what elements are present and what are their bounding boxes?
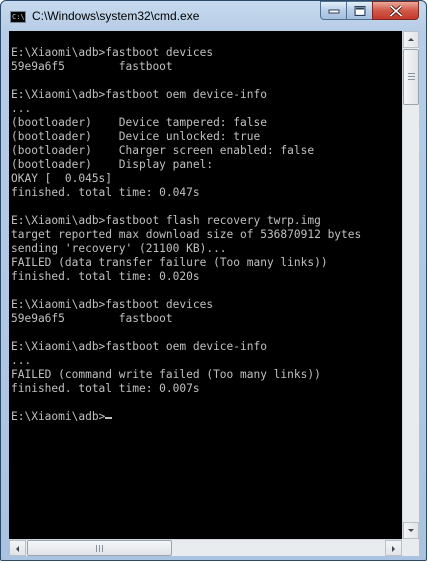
console-line: E:\Xiaomi\adb>fastboot oem device-info [11,340,267,353]
arrow-right-icon [392,546,395,552]
console-line: ... [11,354,32,367]
grip-line [408,79,415,80]
scroll-left-button[interactable] [9,540,26,556]
console-line: E:\Xiaomi\adb>fastboot flash recovery tw… [11,214,321,227]
console-line: E:\Xiaomi\adb>fastboot devices [11,46,214,59]
cmd-window: C:\ C:\Windows\system32\cmd.exe E:\Xiaom… [0,0,427,561]
title-bar[interactable]: C:\ C:\Windows\system32\cmd.exe [1,1,428,31]
grip-line [408,76,415,77]
console-line: 59e9a6f5 fastboot [11,312,173,325]
console-line: 59e9a6f5 fastboot [11,60,173,73]
console-line: finished. total time: 0.020s [11,270,200,283]
horizontal-scrollbar[interactable] [9,539,402,556]
scroll-right-button[interactable] [385,540,402,556]
maximize-icon [354,5,365,16]
cmd-icon[interactable]: C:\ [10,11,26,23]
grip-line [99,545,100,552]
arrow-down-icon [408,529,414,532]
maximize-button[interactable] [346,1,373,20]
console-line: (bootloader) Charger screen enabled: fal… [11,144,315,157]
console-line: FAILED (command write failed (Too many l… [11,368,321,381]
close-icon [389,5,402,16]
horizontal-scroll-thumb[interactable] [27,540,172,556]
scroll-up-button[interactable] [403,31,419,48]
console-line: OKAY [ 0.045s] [11,172,113,185]
minimize-button[interactable] [320,1,347,20]
console-line: target reported max download size of 536… [11,228,362,241]
console-line: E:\Xiaomi\adb> [11,410,361,424]
console-line: E:\Xiaomi\adb>fastboot devices [11,298,214,311]
grip-line [102,545,103,552]
scrollbar-corner [402,539,419,556]
console-output[interactable]: E:\Xiaomi\adb>fastboot devices 59e9a6f5 f… [9,31,402,539]
console-line: (bootloader) Display panel: [11,158,214,171]
arrow-left-icon [16,546,19,552]
console-line: sending 'recovery' (21100 KB)... [11,242,227,255]
vertical-scrollbar[interactable] [402,31,419,539]
grip-line [96,545,97,552]
console-line: FAILED (data transfer failure (Too many … [11,256,328,269]
scroll-down-button[interactable] [403,522,419,539]
text-cursor [105,417,113,419]
console-lines: E:\Xiaomi\adb>fastboot devices 59e9a6f5 f… [11,32,361,424]
window-title: C:\Windows\system32\cmd.exe [32,9,200,23]
grip-line [408,73,415,74]
vertical-scroll-thumb[interactable] [403,49,419,105]
console-line: finished. total time: 0.007s [11,382,200,395]
console-line: finished. total time: 0.047s [11,186,200,199]
console-line: E:\Xiaomi\adb>fastboot oem device-info [11,88,267,101]
minimize-icon [328,9,339,13]
arrow-up-icon [408,38,414,41]
console-line: ... [11,102,32,115]
console-line: (bootloader) Device unlocked: true [11,130,261,143]
close-button[interactable] [372,1,419,20]
console-line: (bootloader) Device tampered: false [11,116,267,129]
